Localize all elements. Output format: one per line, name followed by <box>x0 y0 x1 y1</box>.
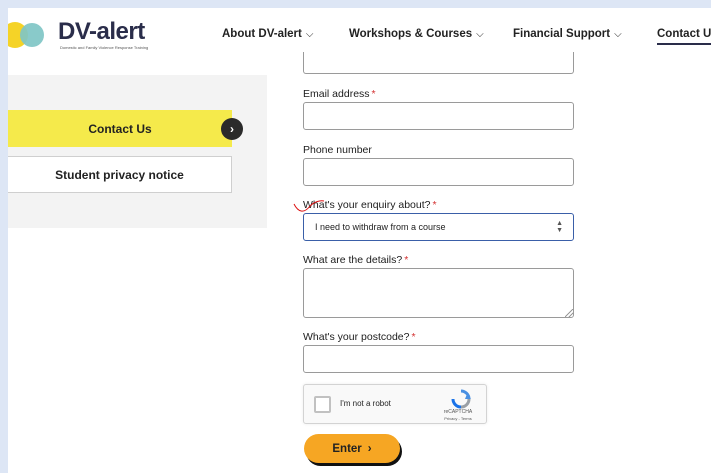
recaptcha-brand: reCAPTCHA <box>443 409 473 415</box>
details-label: What are the details? * <box>303 254 409 266</box>
recaptcha-privacy-terms[interactable]: Privacy - Terms <box>438 416 478 421</box>
recaptcha-widget: I'm not a robot reCAPTCHA Privacy - Term… <box>303 384 487 424</box>
recaptcha-checkbox[interactable] <box>314 396 331 413</box>
logo-tagline: Domestic and Family Violence Response Tr… <box>60 45 149 50</box>
enquiry-selected-value: I need to withdraw from a course <box>315 222 446 232</box>
chevron-right-icon[interactable]: › <box>221 118 243 140</box>
select-updown-icon: ▲ ▼ <box>556 220 563 234</box>
email-field[interactable] <box>303 102 574 130</box>
recaptcha-label: I'm not a robot <box>340 399 391 408</box>
logo-teal-circle-icon <box>20 23 44 47</box>
logo-text: DV-alert <box>58 18 145 45</box>
dv-alert-logo[interactable]: DV-alert Domestic and Family Violence Re… <box>8 18 178 50</box>
sidebar-item-contact-us[interactable]: Contact Us <box>8 110 232 147</box>
phone-label: Phone number <box>303 144 372 156</box>
resize-handle-icon[interactable] <box>565 309 573 317</box>
recaptcha-logo-icon <box>451 389 471 409</box>
email-label: Email address * <box>303 88 376 100</box>
nav-item-contact-us[interactable]: Contact Us <box>657 28 711 45</box>
nav-item-about[interactable]: About DV-alert ⌵ <box>222 28 313 40</box>
chevron-down-icon: ⌵ <box>476 29 484 40</box>
page: DV-alert Domestic and Family Violence Re… <box>8 8 711 473</box>
sidebar-item-student-privacy[interactable]: Student privacy notice <box>8 156 232 193</box>
enquiry-select[interactable]: I need to withdraw from a course ▲ ▼ <box>303 213 574 241</box>
name-field[interactable] <box>303 52 574 74</box>
nav-item-workshops[interactable]: Workshops & Courses ⌵ <box>349 28 484 40</box>
postcode-field[interactable] <box>303 345 574 373</box>
sidebar: Contact Us › Student privacy notice <box>8 75 267 228</box>
sidebar-item-label: Student privacy notice <box>55 167 184 182</box>
chevron-right-icon: › <box>367 442 372 455</box>
postcode-label: What's your postcode? * <box>303 331 416 343</box>
nav-item-financial-support[interactable]: Financial Support ⌵ <box>513 28 622 40</box>
chevron-down-icon: ⌵ <box>614 29 622 40</box>
chevron-down-icon: ⌵ <box>305 29 314 40</box>
enter-button[interactable]: Enter › <box>304 434 400 463</box>
phone-field[interactable] <box>303 158 574 186</box>
sidebar-item-label: Contact Us <box>88 121 152 136</box>
details-field[interactable] <box>303 268 574 318</box>
